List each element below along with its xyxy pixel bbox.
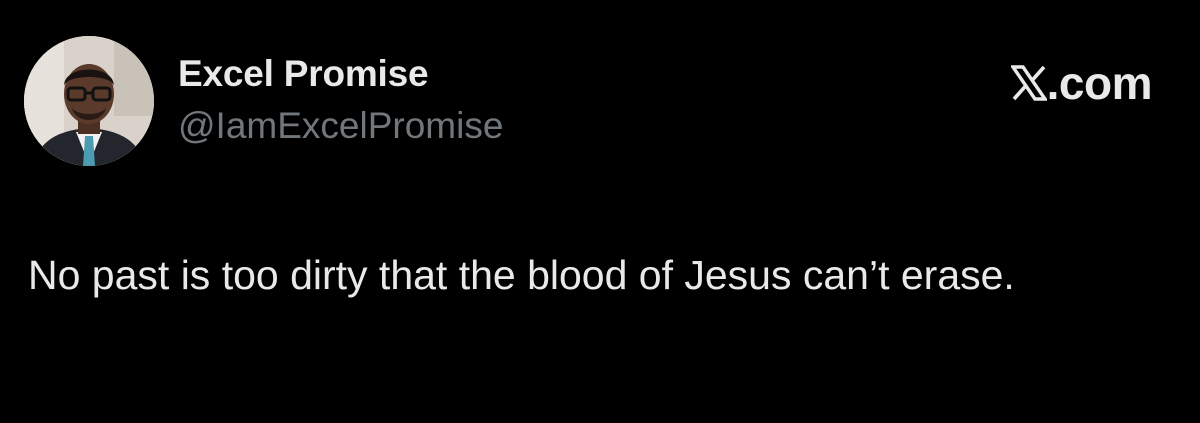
author-handle[interactable]: @IamExcelPromise [178,104,503,148]
author-display-name[interactable]: Excel Promise [178,52,503,96]
author-info: Excel Promise @IamExcelPromise [178,52,503,148]
tweet-card: Excel Promise @IamExcelPromise .com No p… [0,0,1200,423]
avatar[interactable] [24,36,154,166]
brand-suffix: .com [1046,57,1153,109]
tweet-text: No past is too dirty that the blood of J… [28,252,1015,298]
brand-watermark: .com [1010,57,1153,109]
x-logo-icon [1010,65,1047,101]
avatar-portrait-icon [24,36,154,166]
